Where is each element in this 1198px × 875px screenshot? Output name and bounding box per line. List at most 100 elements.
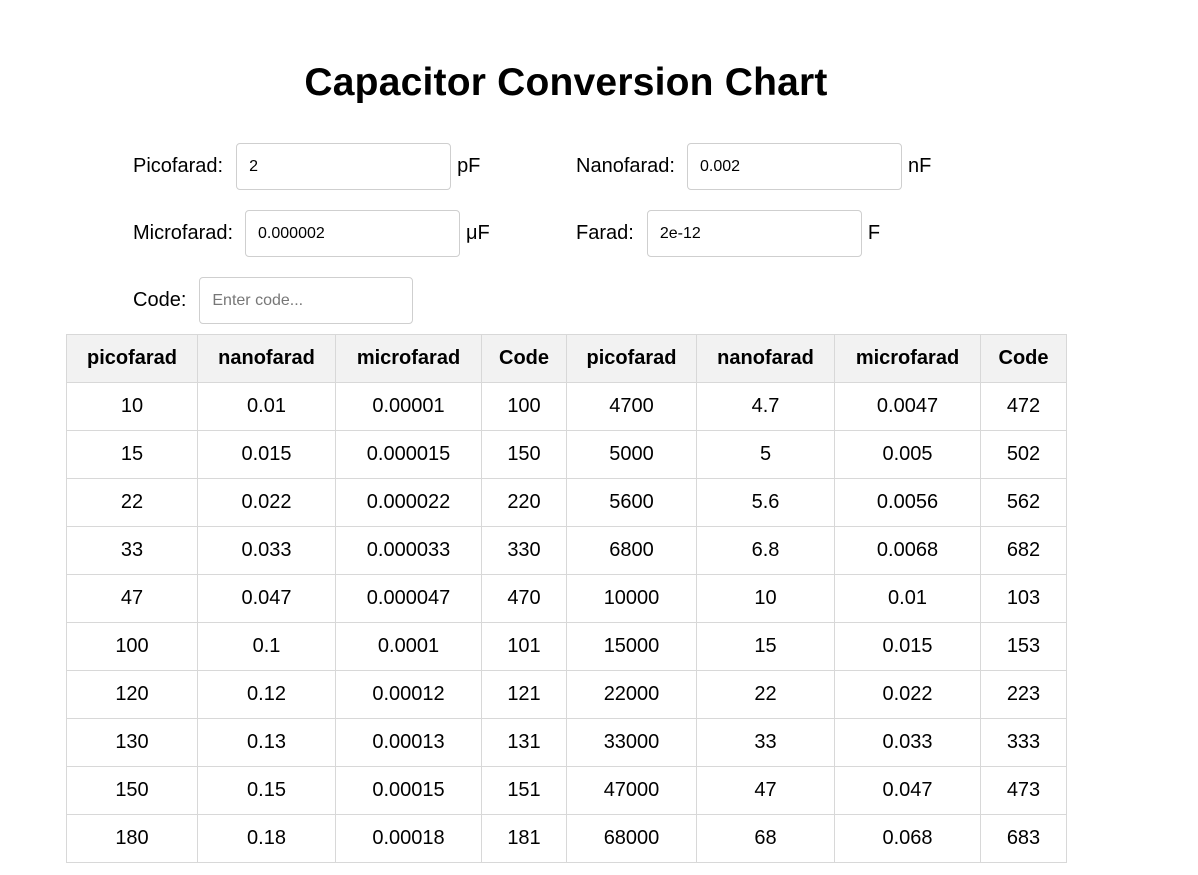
table-cell: 15000 bbox=[566, 622, 697, 671]
table-cell: 120 bbox=[66, 670, 198, 719]
column-header: microfarad bbox=[335, 334, 482, 383]
table-cell: 472 bbox=[980, 382, 1067, 431]
table-cell: 153 bbox=[980, 622, 1067, 671]
table-row: 47 0.047 0.000047 470 10000 10 0.01 103 bbox=[66, 574, 1067, 623]
table-cell: 33 bbox=[696, 718, 835, 767]
table-cell: 100 bbox=[481, 382, 567, 431]
table-cell: 6.8 bbox=[696, 526, 835, 575]
table-cell: 47000 bbox=[566, 766, 697, 815]
microfarad-field-group: Microfarad: μF bbox=[133, 210, 490, 257]
table-cell: 220 bbox=[481, 478, 567, 527]
table-cell: 0.005 bbox=[834, 430, 981, 479]
table-cell: 47 bbox=[66, 574, 198, 623]
page-title: Capacitor Conversion Chart bbox=[304, 61, 828, 104]
table-cell: 0.022 bbox=[834, 670, 981, 719]
table-cell: 0.00001 bbox=[335, 382, 482, 431]
table-cell: 502 bbox=[980, 430, 1067, 479]
farad-input[interactable] bbox=[646, 210, 862, 257]
table-cell: 0.01 bbox=[834, 574, 981, 623]
column-header: picofarad bbox=[566, 334, 697, 383]
table-cell: 562 bbox=[980, 478, 1067, 527]
column-header: nanofarad bbox=[197, 334, 336, 383]
table-cell: 0.000033 bbox=[335, 526, 482, 575]
table-cell: 5600 bbox=[566, 478, 697, 527]
table-cell: 131 bbox=[481, 718, 567, 767]
picofarad-field-group: Picofarad: pF bbox=[133, 143, 480, 190]
page: Capacitor Conversion Chart Picofarad: pF… bbox=[0, 0, 1198, 875]
table-cell: 0.00018 bbox=[335, 814, 482, 863]
table-cell: 15 bbox=[696, 622, 835, 671]
microfarad-label: Microfarad: bbox=[133, 222, 234, 244]
table-cell: 130 bbox=[66, 718, 198, 767]
table-cell: 10000 bbox=[566, 574, 697, 623]
picofarad-label: Picofarad: bbox=[133, 155, 224, 177]
farad-label: Farad: bbox=[576, 222, 634, 244]
table-cell: 5000 bbox=[566, 430, 697, 479]
table-cell: 330 bbox=[481, 526, 567, 575]
table-row: 120 0.12 0.00012 121 22000 22 0.022 223 bbox=[66, 670, 1067, 719]
code-field-group: Code: bbox=[133, 277, 414, 324]
nanofarad-field-group: Nanofarad: nF bbox=[576, 143, 931, 190]
table-cell: 15 bbox=[66, 430, 198, 479]
picofarad-unit: pF bbox=[457, 155, 481, 177]
table-row: 22 0.022 0.000022 220 5600 5.6 0.0056 562 bbox=[66, 478, 1067, 527]
table-cell: 33 bbox=[66, 526, 198, 575]
table-cell: 0.00015 bbox=[335, 766, 482, 815]
table-cell: 0.047 bbox=[834, 766, 981, 815]
table-cell: 4700 bbox=[566, 382, 697, 431]
table-cell: 22 bbox=[696, 670, 835, 719]
table-cell: 4.7 bbox=[696, 382, 835, 431]
table-cell: 0.015 bbox=[834, 622, 981, 671]
farad-unit: F bbox=[867, 222, 881, 244]
table-cell: 0.0068 bbox=[834, 526, 981, 575]
table-cell: 470 bbox=[481, 574, 567, 623]
table-cell: 101 bbox=[481, 622, 567, 671]
table-cell: 181 bbox=[481, 814, 567, 863]
code-input[interactable] bbox=[199, 277, 414, 324]
table-cell: 151 bbox=[481, 766, 567, 815]
table-cell: 0.12 bbox=[197, 670, 336, 719]
table-cell: 180 bbox=[66, 814, 198, 863]
table-cell: 333 bbox=[980, 718, 1067, 767]
table-cell: 150 bbox=[481, 430, 567, 479]
column-header: microfarad bbox=[834, 334, 981, 383]
table-cell: 683 bbox=[980, 814, 1067, 863]
table-header-row: picofarad nanofarad microfarad Code picofara… bbox=[66, 334, 1067, 383]
table-cell: 0.033 bbox=[197, 526, 336, 575]
table-cell: 0.15 bbox=[197, 766, 336, 815]
table-cell: 0.000047 bbox=[335, 574, 482, 623]
code-label: Code: bbox=[133, 289, 187, 311]
table-cell: 121 bbox=[481, 670, 567, 719]
table-cell: 10 bbox=[66, 382, 198, 431]
nanofarad-input[interactable] bbox=[686, 143, 902, 190]
table-cell: 0.01 bbox=[197, 382, 336, 431]
table-cell: 33000 bbox=[566, 718, 697, 767]
table-row: 150 0.15 0.00015 151 47000 47 0.047 473 bbox=[66, 766, 1067, 815]
column-header: Code bbox=[980, 334, 1067, 383]
table-cell: 0.033 bbox=[834, 718, 981, 767]
table-row: 15 0.015 0.000015 150 5000 5 0.005 502 bbox=[66, 430, 1067, 479]
table-cell: 0.0001 bbox=[335, 622, 482, 671]
table-row: 180 0.18 0.00018 181 68000 68 0.068 683 bbox=[66, 814, 1067, 863]
table-cell: 0.1 bbox=[197, 622, 336, 671]
table-row: 100 0.1 0.0001 101 15000 15 0.015 153 bbox=[66, 622, 1067, 671]
table-cell: 473 bbox=[980, 766, 1067, 815]
picofarad-input[interactable] bbox=[236, 143, 452, 190]
table-cell: 47 bbox=[696, 766, 835, 815]
table-cell: 0.00012 bbox=[335, 670, 482, 719]
table-cell: 0.0056 bbox=[834, 478, 981, 527]
nanofarad-unit: nF bbox=[907, 155, 932, 177]
column-header: picofarad bbox=[66, 334, 198, 383]
column-header: nanofarad bbox=[696, 334, 835, 383]
table-cell: 68000 bbox=[566, 814, 697, 863]
farad-field-group: Farad: F bbox=[576, 210, 880, 257]
table-cell: 100 bbox=[66, 622, 198, 671]
table-row: 130 0.13 0.00013 131 33000 33 0.033 333 bbox=[66, 718, 1067, 767]
table-cell: 0.068 bbox=[834, 814, 981, 863]
table-cell: 0.00013 bbox=[335, 718, 482, 767]
table-cell: 682 bbox=[980, 526, 1067, 575]
table-cell: 0.022 bbox=[197, 478, 336, 527]
microfarad-input[interactable] bbox=[245, 210, 461, 257]
table-cell: 5 bbox=[696, 430, 835, 479]
table-cell: 5.6 bbox=[696, 478, 835, 527]
